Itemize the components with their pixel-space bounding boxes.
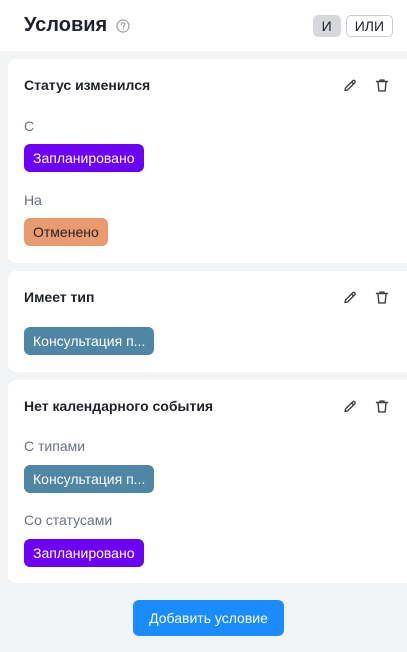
field-label-to: На — [24, 192, 42, 208]
condition-card-has-type: Имеет тип Консультация п... — [8, 271, 407, 372]
condition-card-header: Имеет тип — [24, 271, 407, 323]
logic-and-button[interactable]: И — [312, 14, 341, 37]
condition-card-header: Нет календарного события — [24, 380, 407, 432]
trash-icon[interactable] — [373, 398, 390, 415]
trash-icon[interactable] — [373, 77, 390, 94]
type-tag-consultation[interactable]: Консультация п... — [24, 327, 155, 355]
add-condition-button[interactable]: Добавить условие — [133, 600, 284, 636]
pencil-icon[interactable] — [341, 398, 358, 415]
question-circle-icon[interactable] — [116, 18, 130, 33]
page-title: Условия — [24, 14, 108, 36]
trash-icon[interactable] — [373, 289, 390, 306]
field-label-with-types: С типами — [24, 438, 86, 454]
condition-title: Статус изменился — [24, 77, 151, 93]
status-tag-cancelled[interactable]: Отменено — [24, 218, 108, 246]
condition-title: Нет календарного события — [24, 398, 214, 414]
logic-or-button[interactable]: ИЛИ — [345, 14, 393, 37]
condition-card-header: Статус изменился — [24, 59, 407, 111]
conditions-header: Условия И ИЛИ — [0, 0, 407, 51]
condition-title: Имеет тип — [24, 289, 95, 305]
field-label-from: С — [24, 118, 35, 134]
pencil-icon[interactable] — [341, 77, 358, 94]
status-tag-scheduled[interactable]: Запланировано — [24, 144, 144, 172]
pencil-icon[interactable] — [341, 289, 358, 306]
status-tag-scheduled[interactable]: Запланировано — [24, 539, 144, 567]
condition-card-status-changed: Статус изменился С Запланировано На Отме… — [8, 59, 407, 263]
condition-card-no-calendar-event: Нет календарного события С типами Консул… — [8, 380, 407, 583]
logic-operator-toggle: И ИЛИ — [312, 14, 393, 37]
type-tag-consultation[interactable]: Консультация п... — [24, 465, 155, 493]
field-label-with-statuses: Со статусами — [24, 512, 113, 528]
